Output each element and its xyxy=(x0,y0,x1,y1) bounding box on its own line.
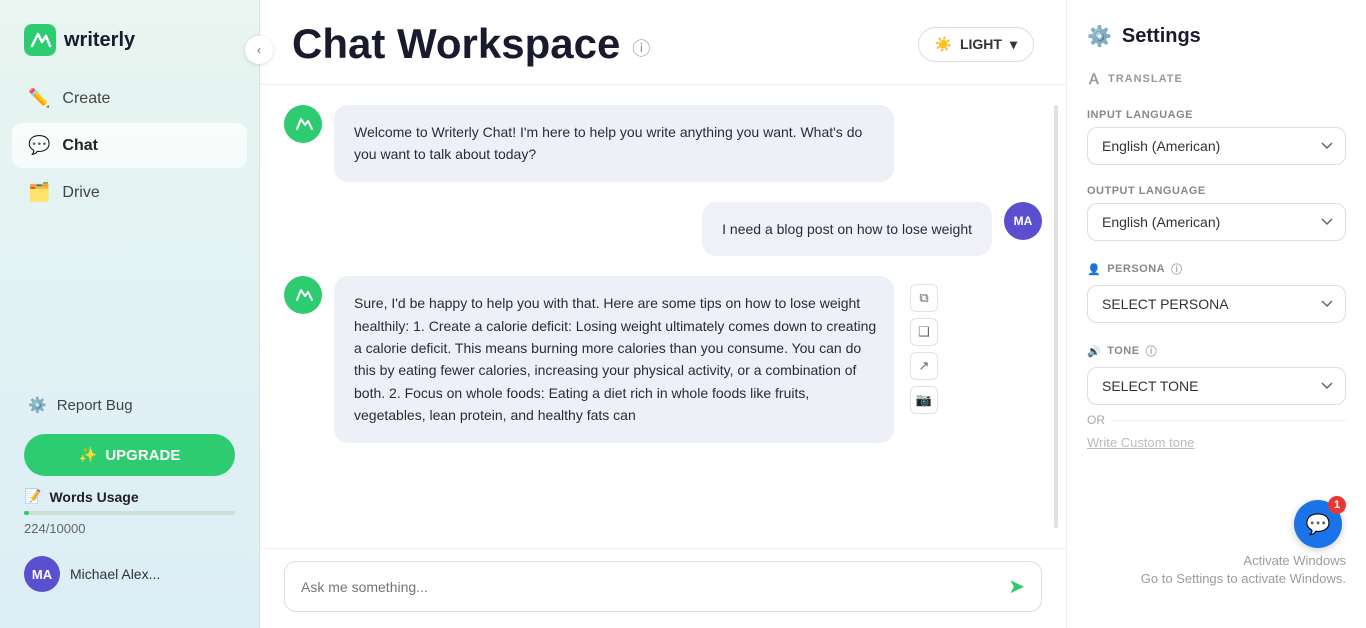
tone-label: 🔊 TONE ⓘ xyxy=(1087,343,1346,359)
message-row: Sure, I'd be happy to help you with that… xyxy=(284,276,1042,442)
avatar: MA xyxy=(24,556,60,592)
user-message-avatar: MA xyxy=(1004,202,1042,240)
writerly-logo-icon xyxy=(24,24,56,56)
words-usage-count: 224/10000 xyxy=(24,521,235,536)
tone-select[interactable]: SELECT TONE xyxy=(1087,367,1346,405)
persona-label: 👤 PERSONA ⓘ xyxy=(1087,261,1346,277)
message-row: Welcome to Writerly Chat! I'm here to he… xyxy=(284,105,1042,182)
persona-select[interactable]: SELECT PERSONA xyxy=(1087,285,1346,323)
output-language-select[interactable]: English (American) English (British) Spa… xyxy=(1087,203,1346,241)
bot-avatar xyxy=(284,276,322,314)
logo-area: writerly xyxy=(0,16,259,76)
bot-avatar xyxy=(284,105,322,143)
theme-toggle-button[interactable]: ☀️ LIGHT ▾ xyxy=(918,27,1034,62)
copy-button[interactable]: ⧉ xyxy=(910,284,938,312)
message-actions: ⧉ ❑ ↗ 📷 xyxy=(910,284,938,414)
upgrade-label: UPGRADE xyxy=(105,447,180,464)
upgrade-button[interactable]: ✨ UPGRADE xyxy=(24,434,235,476)
input-language-section: INPUT LANGUAGE English (American) Englis… xyxy=(1087,109,1346,165)
sidebar-item-create-label: Create xyxy=(62,90,110,108)
words-usage-icon: 📝 xyxy=(24,488,41,505)
sidebar-collapse-button[interactable]: ‹ xyxy=(245,36,273,64)
sidebar-item-drive[interactable]: 🗂️ Drive xyxy=(12,170,247,215)
write-custom-tone-link[interactable]: Write Custom tone xyxy=(1087,435,1346,450)
main-header: Chat Workspace ⓘ ☀️ LIGHT ▾ xyxy=(260,0,1066,85)
input-language-select[interactable]: English (American) English (British) Spa… xyxy=(1087,127,1346,165)
user-profile[interactable]: MA Michael Alex... xyxy=(24,548,235,600)
camera-button[interactable]: 📷 xyxy=(910,386,938,414)
input-language-label: INPUT LANGUAGE xyxy=(1087,109,1346,121)
logo-text: writerly xyxy=(64,29,135,52)
chat-input-wrapper: ➤ xyxy=(284,561,1042,612)
message-bubble-bot1: Welcome to Writerly Chat! I'm here to he… xyxy=(334,105,894,182)
persona-icon: 👤 xyxy=(1087,263,1101,276)
report-bug-button[interactable]: ⚙️ Report Bug xyxy=(24,388,235,422)
sidebar-item-chat[interactable]: 💬 Chat xyxy=(12,123,247,168)
send-button[interactable]: ➤ xyxy=(1008,574,1025,599)
sidebar: writerly ‹ ✏️ Create 💬 Chat 🗂️ Drive ⚙️ … xyxy=(0,0,260,628)
tone-section: 🔊 TONE ⓘ SELECT TONE OR Write Custom ton… xyxy=(1087,343,1346,450)
chevron-down-icon: ▾ xyxy=(1010,36,1017,53)
tone-info-icon[interactable]: ⓘ xyxy=(1146,343,1158,359)
light-icon: ☀️ xyxy=(935,36,952,53)
upgrade-icon: ✨ xyxy=(79,446,98,464)
share-button[interactable]: ↗ xyxy=(910,352,938,380)
output-language-section: OUTPUT LANGUAGE English (American) Engli… xyxy=(1087,185,1346,241)
page-title: Chat Workspace xyxy=(292,20,620,68)
duplicate-button[interactable]: ❑ xyxy=(910,318,938,346)
sidebar-nav: ✏️ Create 💬 Chat 🗂️ Drive xyxy=(0,76,259,376)
drive-icon: 🗂️ xyxy=(28,182,50,203)
chat-fab-icon: 💬 xyxy=(1306,512,1331,537)
sidebar-item-create[interactable]: ✏️ Create xyxy=(12,76,247,121)
message-row: MA I need a blog post on how to lose wei… xyxy=(284,202,1042,256)
sidebar-bottom: ⚙️ Report Bug ✨ UPGRADE 📝 Words Usage 22… xyxy=(0,376,259,612)
chat-area: Welcome to Writerly Chat! I'm here to he… xyxy=(260,85,1066,548)
report-bug-label: Report Bug xyxy=(57,397,133,414)
chat-input[interactable] xyxy=(301,579,1008,595)
or-divider: OR xyxy=(1087,413,1346,427)
report-bug-icon: ⚙️ xyxy=(28,396,47,414)
translate-label: Ａ TRANSLATE xyxy=(1087,69,1346,89)
words-usage-section: 📝 Words Usage 224/10000 xyxy=(24,488,235,536)
create-icon: ✏️ xyxy=(28,88,50,109)
settings-gear-icon: ⚙️ xyxy=(1087,24,1112,49)
output-language-label: OUTPUT LANGUAGE xyxy=(1087,185,1346,197)
message-bubble-bot2: Sure, I'd be happy to help you with that… xyxy=(334,276,894,442)
title-info-icon[interactable]: ⓘ xyxy=(632,35,650,61)
translate-section: Ａ TRANSLATE xyxy=(1087,69,1346,89)
sidebar-item-drive-label: Drive xyxy=(62,184,99,202)
translate-icon: Ａ xyxy=(1087,69,1102,89)
send-icon: ➤ xyxy=(1008,576,1025,598)
user-name: Michael Alex... xyxy=(70,566,160,582)
chat-fab-badge: 1 xyxy=(1328,496,1346,514)
chat-icon: 💬 xyxy=(28,135,50,156)
main-area: Chat Workspace ⓘ ☀️ LIGHT ▾ Welcome to W… xyxy=(260,0,1066,628)
persona-section: 👤 PERSONA ⓘ SELECT PERSONA xyxy=(1087,261,1346,323)
words-usage-bar-fill xyxy=(24,511,29,515)
chat-fab-button[interactable]: 💬 1 xyxy=(1294,500,1342,548)
sidebar-item-chat-label: Chat xyxy=(62,137,98,155)
words-usage-label: 📝 Words Usage xyxy=(24,488,235,505)
words-usage-bar-background xyxy=(24,511,235,515)
persona-info-icon[interactable]: ⓘ xyxy=(1171,261,1183,277)
settings-title: ⚙️ Settings xyxy=(1087,24,1346,49)
tone-icon: 🔊 xyxy=(1087,345,1101,358)
message-bubble-user1: I need a blog post on how to lose weight xyxy=(702,202,992,256)
chat-input-area: ➤ xyxy=(260,548,1066,628)
chat-fab-wrapper: 💬 1 xyxy=(1294,500,1342,548)
